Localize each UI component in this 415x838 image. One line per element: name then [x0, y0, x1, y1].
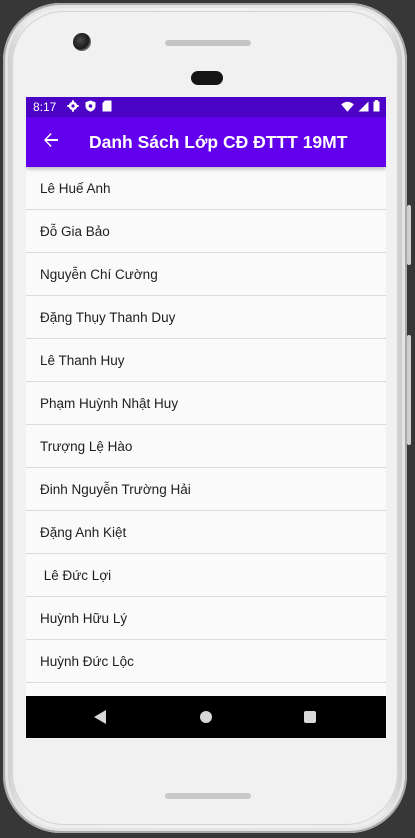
list-item[interactable]: Trượng Lệ Hào [26, 425, 386, 468]
volume-button[interactable] [407, 335, 411, 445]
list-item[interactable]: Đỗ Gia Bảo [26, 210, 386, 253]
signal-icon [358, 101, 369, 115]
home-circle-icon[interactable] [200, 711, 212, 723]
shield-icon [85, 100, 96, 115]
gear-icon [67, 100, 79, 115]
app-toolbar: Danh Sách Lớp CĐ ĐTTT 19MT [26, 117, 386, 167]
list-item[interactable]: Huỳnh Hữu Lý [26, 597, 386, 640]
status-time: 8:17 [33, 100, 57, 114]
earpiece-speaker [165, 40, 251, 46]
power-button[interactable] [407, 205, 411, 265]
list-item[interactable]: Lê Huế Anh [26, 167, 386, 210]
battery-icon [373, 100, 380, 115]
bottom-speaker [165, 793, 251, 799]
system-navigation-bar [26, 696, 386, 738]
list-item[interactable]: Đặng Anh Kiệt [26, 511, 386, 554]
list-item[interactable]: Lê Thanh Huy [26, 339, 386, 382]
sd-card-icon [102, 100, 112, 115]
wifi-icon [341, 101, 354, 115]
student-list[interactable]: Lê Huế Anh Đỗ Gia Bảo Nguyễn Chí Cường Đ… [26, 167, 386, 696]
page-title: Danh Sách Lớp CĐ ĐTTT 19MT [89, 132, 348, 152]
list-item[interactable]: Đặng Thụy Thanh Duy [26, 296, 386, 339]
list-item[interactable]: Lê Đức Lợi [26, 554, 386, 597]
status-system-icons [341, 100, 380, 115]
back-button[interactable] [36, 127, 66, 157]
device-screen: 8:17 Danh Sách Lớp CĐ ĐTTT 19MT Lê Huế A… [26, 97, 386, 738]
recents-square-icon[interactable] [304, 711, 316, 723]
list-item[interactable]: Phạm Huỳnh Nhật Huy [26, 382, 386, 425]
arrow-left-icon [43, 132, 59, 153]
status-bar: 8:17 [26, 97, 386, 117]
list-item[interactable]: Huỳnh Đức Lộc [26, 640, 386, 683]
list-item[interactable]: Nguyễn Chí Cường [26, 253, 386, 296]
proximity-sensor [191, 71, 223, 85]
status-notification-icons [67, 100, 112, 115]
back-triangle-icon[interactable] [94, 710, 106, 724]
front-camera-icon [73, 33, 91, 51]
list-item[interactable]: Đinh Nguyễn Trường Hải [26, 468, 386, 511]
